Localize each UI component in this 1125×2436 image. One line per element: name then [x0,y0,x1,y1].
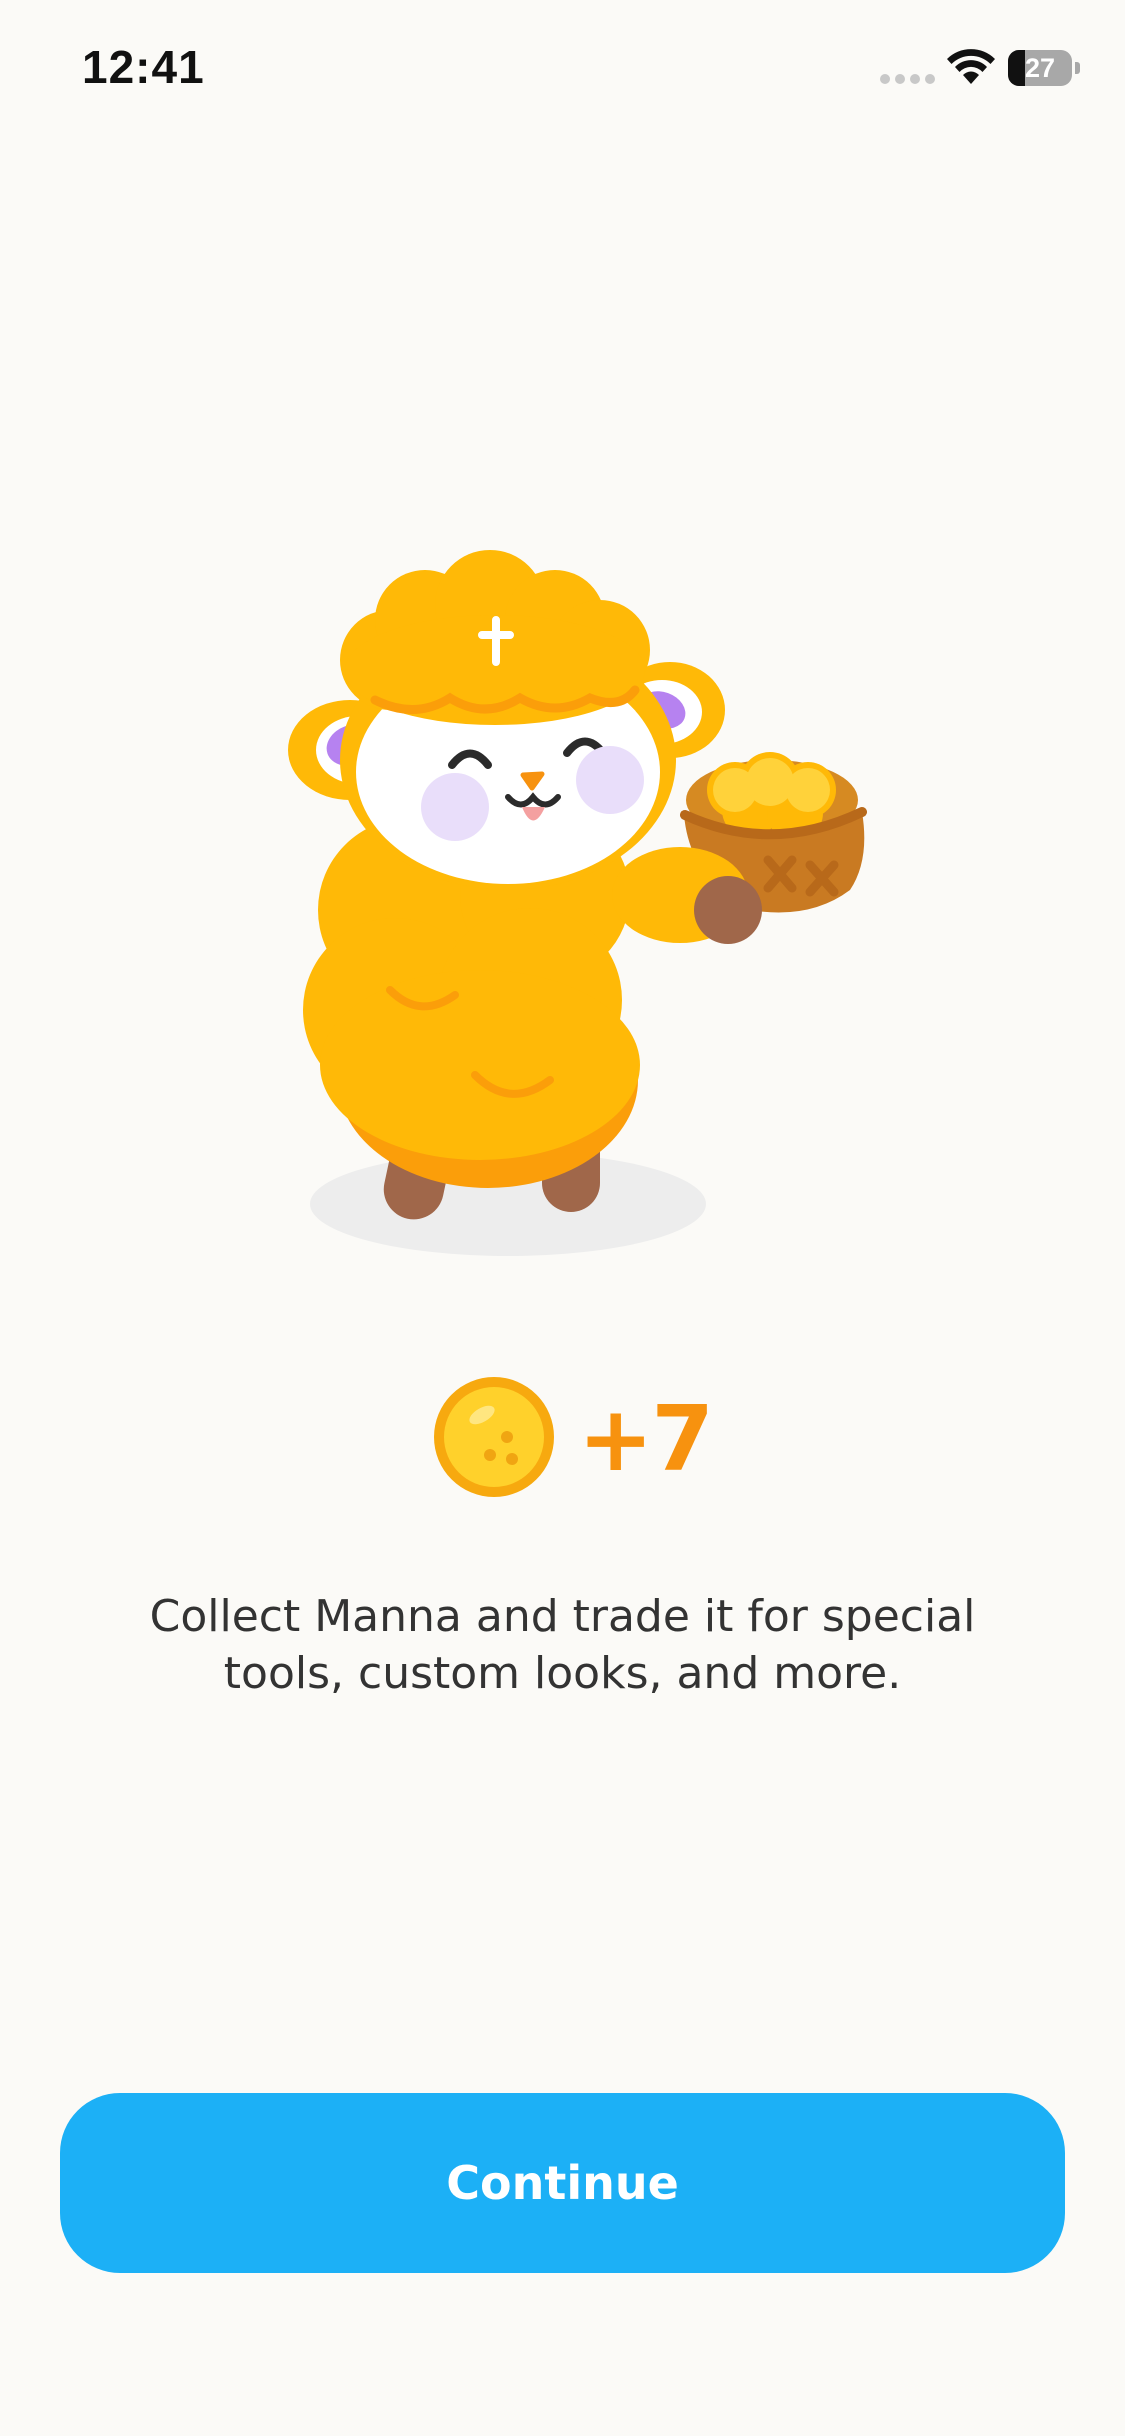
battery-icon: 27 [1008,50,1080,86]
cellular-signal-icon [880,74,936,86]
reward-amount: +7 [578,1387,714,1492]
reward-row: +7 [0,1375,1125,1505]
sheep-mascot-illustration [288,550,867,1256]
wifi-icon [947,49,995,84]
status-bar: 12:41 27 [0,0,1125,140]
continue-button[interactable]: Continue [60,2093,1065,2273]
manna-description: Collect Manna and trade it for special t… [149,1591,976,1699]
battery-level: 27 [1024,53,1056,83]
manna-coin-icon [434,1377,554,1497]
status-time: 12:41 [82,41,205,93]
